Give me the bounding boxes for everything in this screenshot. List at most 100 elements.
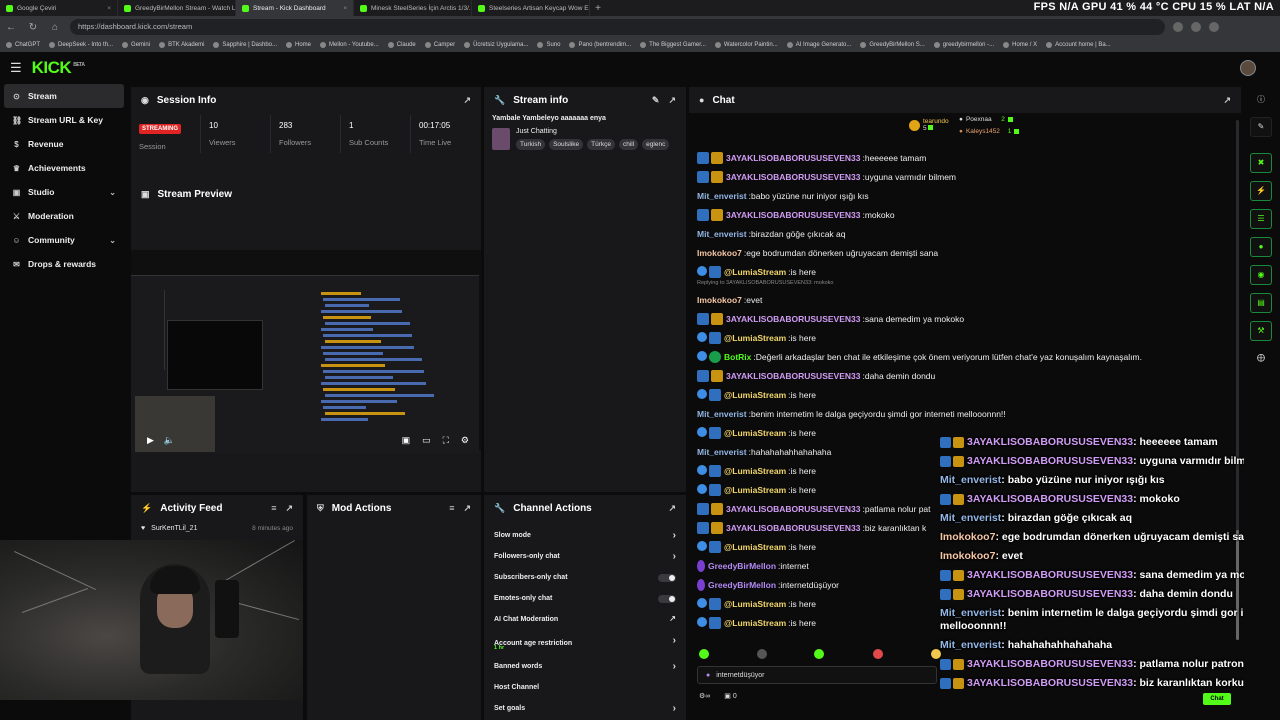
- server-icon[interactable]: ▤: [1250, 293, 1272, 313]
- stream-tag[interactable]: eglenc: [642, 139, 670, 150]
- chat-username[interactable]: GreedyBirMellon: [708, 561, 776, 571]
- bookmark-item[interactable]: BTK Akademi: [159, 42, 204, 48]
- bookmark-item[interactable]: Watercolor Paintin...: [714, 42, 778, 48]
- emote-icon[interactable]: [699, 649, 709, 659]
- document-icon[interactable]: ☰: [1250, 209, 1272, 229]
- bookmark-item[interactable]: GreedyBirMellon S...: [860, 42, 925, 48]
- stream-tag[interactable]: Turkish: [516, 139, 546, 150]
- extension-icon[interactable]: [1191, 22, 1201, 32]
- channel-action-slow-mode[interactable]: Slow mode ›: [484, 525, 686, 546]
- theater-icon[interactable]: ▭: [422, 435, 431, 446]
- home-icon[interactable]: ⌂: [48, 22, 62, 33]
- sidebar-item-achievements[interactable]: ♛ Achievements: [4, 156, 124, 180]
- browser-tab[interactable]: Steelseries Artisan Keycap Wow E...×: [472, 0, 590, 16]
- chat-username[interactable]: BotRix: [724, 352, 751, 362]
- bookmark-item[interactable]: The Biggest Gamer...: [640, 42, 706, 48]
- chat-username[interactable]: Imokokoo7: [697, 248, 742, 258]
- emote-icon[interactable]: [814, 649, 824, 659]
- chat-username[interactable]: @LumiaStream: [724, 390, 786, 400]
- popout-icon[interactable]: ↗: [463, 95, 471, 106]
- filter-icon[interactable]: ≡: [449, 503, 454, 514]
- chat-username[interactable]: Imokokoo7: [697, 295, 742, 305]
- toggle-switch[interactable]: [658, 595, 676, 603]
- chat-username[interactable]: GreedyBirMellon: [708, 580, 776, 590]
- chat-username[interactable]: @LumiaStream: [724, 267, 786, 277]
- browser-tab[interactable]: Google Çeviri ×: [0, 0, 118, 16]
- new-tab-button[interactable]: +: [590, 3, 606, 14]
- bookmark-item[interactable]: ChatGPT: [6, 42, 40, 48]
- stream-tag[interactable]: chill: [618, 139, 639, 150]
- channel-action-subscribers-only-chat[interactable]: Subscribers-only chat: [484, 567, 686, 588]
- chat-username[interactable]: @LumiaStream: [724, 542, 786, 552]
- chat-username[interactable]: @LumiaStream: [724, 466, 786, 476]
- kick-logo[interactable]: KICK BETA: [32, 58, 85, 78]
- close-tab-icon[interactable]: ×: [343, 5, 347, 12]
- chevron-right-icon[interactable]: ›: [673, 703, 676, 714]
- play-icon[interactable]: ▶: [147, 435, 154, 446]
- sidebar-item-community[interactable]: ☺ Community ⌄: [4, 228, 124, 252]
- bookmark-item[interactable]: Suno: [537, 42, 560, 48]
- chat-username[interactable]: 3AYAKLISOBABORUSUSEVEN33: [726, 210, 860, 220]
- channel-action-host-channel[interactable]: Host Channel: [484, 677, 686, 698]
- profile-icon[interactable]: [1209, 22, 1219, 32]
- bookmark-item[interactable]: AI Image Generato...: [786, 42, 851, 48]
- stream-preview-video[interactable]: ▶ 🔈 ▣ ▭ ⛶ ⚙: [131, 250, 481, 453]
- bookmark-item[interactable]: Ücretsiz Uygulama...: [464, 42, 528, 48]
- popout-icon[interactable]: ↗: [668, 503, 676, 514]
- bookmark-item[interactable]: Home: [286, 42, 311, 48]
- reload-icon[interactable]: ↻: [26, 22, 40, 33]
- stream-tag[interactable]: Soulslike: [549, 139, 584, 150]
- popout-icon[interactable]: ↗: [285, 503, 293, 514]
- fullscreen-icon[interactable]: ⛶: [443, 435, 449, 446]
- pip-icon[interactable]: ▣: [402, 435, 411, 446]
- toggle-switch[interactable]: [658, 574, 676, 582]
- wrench-icon[interactable]: ⚒: [1250, 321, 1272, 341]
- chat-username[interactable]: 3AYAKLISOBABORUSUSEVEN33: [726, 504, 860, 514]
- bookmark-item[interactable]: Camper: [424, 42, 455, 48]
- channel-action-set-goals[interactable]: Set goals ›: [484, 698, 686, 719]
- close-tab-icon[interactable]: ×: [107, 5, 111, 12]
- sidebar-item-drops-rewards[interactable]: ✉ Drops & rewards: [4, 252, 124, 276]
- chat-username[interactable]: Mit_enverist: [697, 409, 747, 419]
- settings-gear-icon[interactable]: ⚙: [461, 435, 469, 446]
- browser-tab[interactable]: GreedyBirMellon Stream - Watch Li×: [118, 0, 236, 16]
- sidebar-item-moderation[interactable]: ⚔ Moderation: [4, 204, 124, 228]
- chat-username[interactable]: @LumiaStream: [724, 618, 786, 628]
- popout-icon[interactable]: ↗: [1223, 95, 1231, 106]
- chevron-right-icon[interactable]: ›: [673, 530, 676, 541]
- leader-name[interactable]: Kaleys1452: [966, 128, 1000, 135]
- emote-icon[interactable]: [757, 649, 767, 659]
- chevron-right-icon[interactable]: ›: [673, 661, 676, 672]
- bookmark-item[interactable]: Sapphire | Dashbo...: [213, 42, 277, 48]
- lightning-icon[interactable]: ⚡: [1250, 181, 1272, 201]
- leader-name[interactable]: tearundo: [923, 118, 949, 125]
- chat-username[interactable]: 3AYAKLISOBABORUSUSEVEN33: [726, 153, 860, 163]
- activity-user[interactable]: SurKenTLil_21: [151, 525, 197, 532]
- sidebar-item-stream-url-key[interactable]: ⛓ Stream URL & Key: [4, 108, 124, 132]
- broadcast-icon[interactable]: ◉: [1250, 265, 1272, 285]
- chat-bubble-icon[interactable]: ●: [1250, 237, 1272, 257]
- category-name[interactable]: Just Chatting: [516, 128, 669, 135]
- bookmark-item[interactable]: Claude: [387, 42, 416, 48]
- popout-icon[interactable]: ↗: [463, 503, 471, 514]
- bookmark-item[interactable]: Mellon - Youtube...: [320, 42, 379, 48]
- chat-username[interactable]: Mit_enverist: [697, 191, 747, 201]
- channel-action-followers-only-chat[interactable]: Followers-only chat ›: [484, 546, 686, 567]
- external-link-icon[interactable]: ↗: [669, 614, 676, 623]
- add-widget-icon[interactable]: ⨁: [1250, 349, 1272, 369]
- edit-pencil-icon[interactable]: ✎: [652, 95, 660, 106]
- chat-username[interactable]: @LumiaStream: [724, 485, 786, 495]
- back-icon[interactable]: ←: [4, 22, 18, 33]
- category-thumbnail[interactable]: [492, 128, 510, 150]
- bookmark-item[interactable]: greedybirmellon -...: [933, 42, 994, 48]
- chat-username[interactable]: 3AYAKLISOBABORUSUSEVEN33: [726, 371, 860, 381]
- chat-username[interactable]: Mit_enverist: [697, 447, 747, 457]
- bookmark-item[interactable]: Home / X: [1003, 42, 1037, 48]
- popout-icon[interactable]: ↗: [668, 95, 676, 106]
- bookmark-item[interactable]: Gemini: [122, 42, 150, 48]
- chat-input[interactable]: ● internetdüşüyor: [697, 666, 937, 684]
- sidebar-item-stream[interactable]: ⊙ Stream: [4, 84, 124, 108]
- bookmark-item[interactable]: Account home | Ba...: [1046, 42, 1111, 48]
- info-icon[interactable]: ⓘ: [1250, 91, 1272, 111]
- chat-username[interactable]: @LumiaStream: [724, 333, 786, 343]
